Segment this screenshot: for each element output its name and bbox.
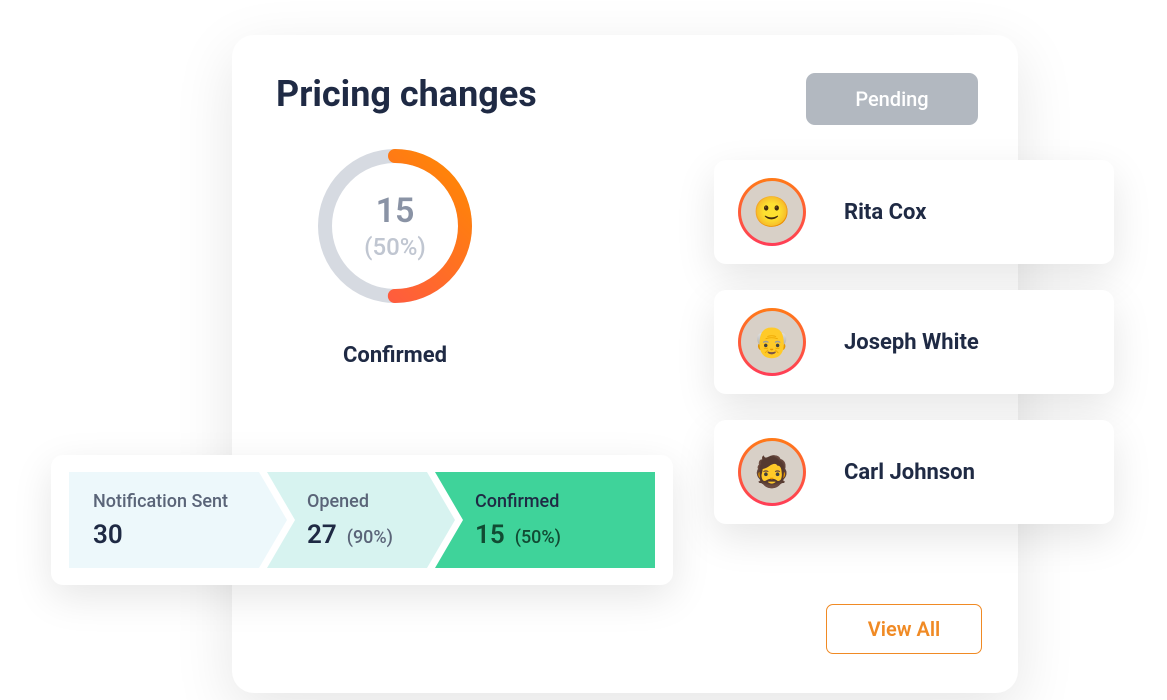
- donut-center: 15 (50%): [312, 143, 478, 309]
- pending-people-list: 🙂 Rita Cox 👴 Joseph White 🧔 Carl Johnson: [714, 160, 1114, 550]
- view-all-label: View All: [868, 617, 940, 641]
- funnel-step-percent: (90%): [347, 527, 393, 548]
- funnel-step-label: Notification Sent: [93, 491, 263, 512]
- person-name: Joseph White: [844, 330, 979, 355]
- avatar: 🙂: [738, 178, 806, 246]
- person-name: Rita Cox: [844, 200, 926, 225]
- funnel-step-confirmed: Confirmed 15 (50%): [435, 472, 655, 568]
- person-card[interactable]: 🧔 Carl Johnson: [714, 420, 1114, 524]
- funnel-step-value: 30: [93, 520, 123, 550]
- funnel-step-sent: Notification Sent 30: [69, 472, 287, 568]
- confirmed-donut-widget: 15 (50%) Confirmed: [312, 143, 478, 368]
- avatar: 🧔: [738, 438, 806, 506]
- notification-funnel: Notification Sent 30 Opened 27 (90%) Con…: [51, 455, 673, 585]
- person-card[interactable]: 👴 Joseph White: [714, 290, 1114, 394]
- card-title: Pricing changes: [276, 73, 537, 115]
- donut-label: Confirmed: [312, 343, 478, 368]
- avatar-image: 🧔: [741, 441, 803, 503]
- pending-button[interactable]: Pending: [806, 73, 978, 125]
- avatar: 👴: [738, 308, 806, 376]
- person-name: Carl Johnson: [844, 460, 975, 485]
- donut-percent: (50%): [364, 233, 426, 261]
- funnel-step-value: 27: [307, 520, 337, 550]
- funnel-step-label: Confirmed: [475, 491, 631, 512]
- avatar-image: 🙂: [741, 181, 803, 243]
- avatar-image: 👴: [741, 311, 803, 373]
- funnel-step-percent: (50%): [515, 527, 561, 548]
- donut-chart: 15 (50%): [312, 143, 478, 309]
- funnel-step-label: Opened: [307, 491, 431, 512]
- funnel-step-opened: Opened 27 (90%): [267, 472, 455, 568]
- pending-label: Pending: [855, 87, 928, 111]
- person-card[interactable]: 🙂 Rita Cox: [714, 160, 1114, 264]
- view-all-button[interactable]: View All: [826, 604, 982, 654]
- donut-value: 15: [376, 191, 415, 231]
- funnel-step-value: 15: [475, 520, 505, 550]
